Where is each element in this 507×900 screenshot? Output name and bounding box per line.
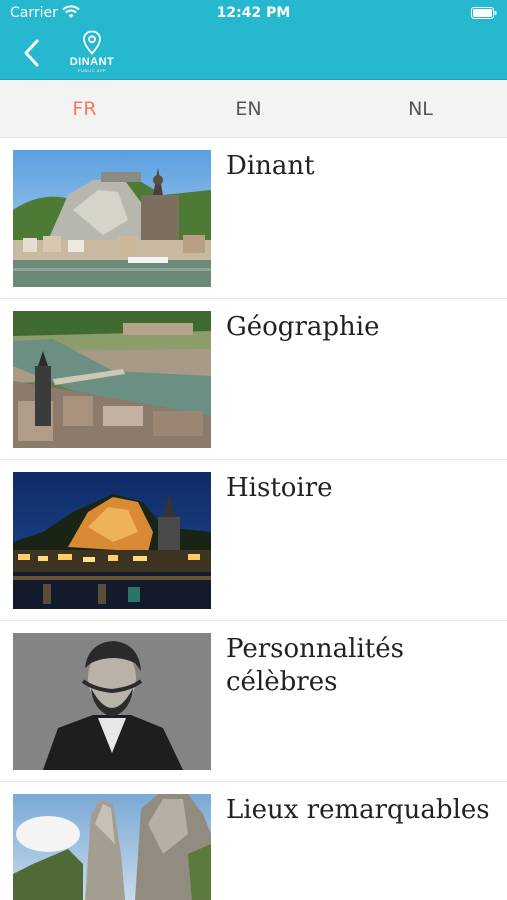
aerial-city-river-photo [13, 311, 211, 448]
portrait-man-photo [13, 633, 211, 770]
list-item-geographie[interactable]: Géographie [0, 299, 507, 460]
status-time: 12:42 PM [216, 5, 291, 21]
night-city-illuminated-photo [13, 472, 211, 609]
logo-subtitle: PUBLIC APP [77, 68, 107, 73]
navigation-bar: DINANT PUBLIC APP [0, 28, 507, 80]
rock-cliffs-photo [13, 794, 211, 900]
list-item-title: Histoire [226, 473, 333, 503]
dinant-logo: DINANT PUBLIC APP [66, 30, 118, 76]
topic-list: Dinant Géographie Histoire Personnalités… [0, 138, 507, 900]
chevron-left-icon [24, 39, 39, 67]
language-tab-en[interactable]: EN [164, 80, 333, 138]
list-item-title: Personnalités célèbres [226, 634, 404, 697]
back-button[interactable] [18, 38, 48, 68]
list-item-lieux-remarquables[interactable]: Lieux remarquables [0, 782, 507, 900]
language-tab-nl[interactable]: NL [336, 80, 505, 138]
logo-text: DINANT [69, 56, 115, 68]
language-tab-fr[interactable]: FR [0, 80, 169, 138]
list-item-personnalites[interactable]: Personnalités célèbres [0, 621, 507, 782]
list-item-dinant[interactable]: Dinant [0, 138, 507, 299]
battery-icon [471, 7, 497, 19]
location-pin-icon [83, 30, 101, 55]
list-item-title: Lieux remarquables [226, 795, 490, 825]
list-item-title: Dinant [226, 151, 315, 181]
language-selector: FR EN NL [0, 80, 507, 138]
status-bar: Carrier 12:42 PM [0, 0, 507, 28]
list-item-histoire[interactable]: Histoire [0, 460, 507, 621]
list-item-title: Géographie [226, 312, 380, 342]
citadel-and-collegiate-church-photo [13, 150, 211, 287]
